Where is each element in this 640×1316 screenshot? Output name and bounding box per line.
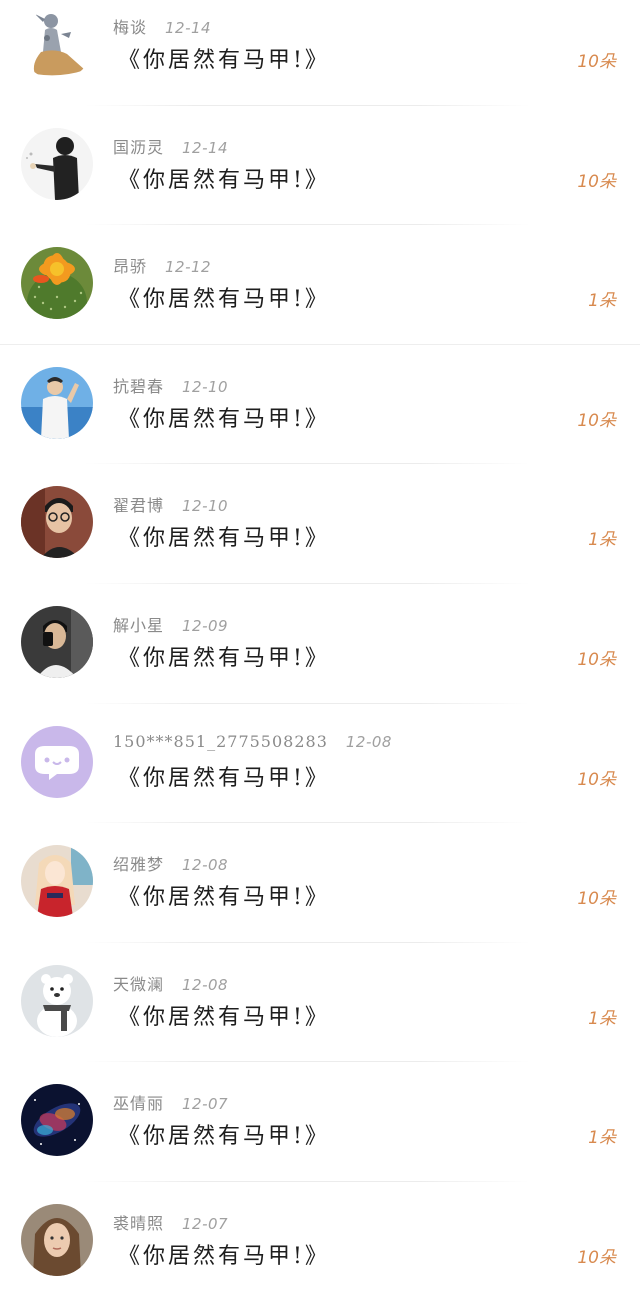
gift-amount: 10朵 xyxy=(577,889,616,910)
man-with-glasses-avatar[interactable] xyxy=(21,486,93,559)
person-in-black-avatar[interactable] xyxy=(21,127,93,200)
divider xyxy=(85,822,530,824)
divider xyxy=(85,104,530,106)
mirror-selfie-avatar[interactable] xyxy=(21,605,93,678)
user-meta: 裘晴照 12-07 xyxy=(113,1210,228,1234)
book-title[interactable]: 《你居然有马甲!》 xyxy=(118,760,330,792)
user-name[interactable]: 翟君博 xyxy=(113,496,164,515)
list-item[interactable]: 梅谈 12-14 《你居然有马甲!》 10朵 xyxy=(0,0,640,120)
man-by-sea-avatar[interactable] xyxy=(21,366,93,439)
woman-portrait-avatar[interactable] xyxy=(21,1203,93,1276)
list-item[interactable]: 巫倩丽 12-07 《你居然有马甲!》 1朵 xyxy=(0,1076,640,1196)
user-name[interactable]: 绍雅梦 xyxy=(113,855,164,874)
book-title[interactable]: 《你居然有马甲!》 xyxy=(118,42,330,74)
divider xyxy=(85,582,530,584)
divider xyxy=(85,224,530,226)
date: 12-10 xyxy=(182,377,229,396)
date: 12-07 xyxy=(182,1214,229,1233)
user-name[interactable]: 解小星 xyxy=(113,616,164,635)
user-name[interactable]: 抗碧春 xyxy=(113,377,164,396)
date: 12-10 xyxy=(182,497,229,516)
gift-amount: 1朵 xyxy=(588,1128,616,1149)
book-title[interactable]: 《你居然有马甲!》 xyxy=(118,999,330,1031)
user-name[interactable]: 巫倩丽 xyxy=(113,1094,164,1113)
list-item[interactable]: 国沥灵 12-14 《你居然有马甲!》 10朵 xyxy=(0,120,640,240)
date: 12-08 xyxy=(345,732,392,751)
book-title[interactable]: 《你居然有马甲!》 xyxy=(118,1118,330,1150)
user-name[interactable]: 昂骄 xyxy=(113,257,147,276)
date: 12-08 xyxy=(182,975,229,994)
divider xyxy=(85,702,530,704)
user-meta: 天微澜 12-08 xyxy=(113,971,228,995)
list-item[interactable]: 昂骄 12-12 《你居然有马甲!》 1朵 xyxy=(0,239,640,359)
user-meta: 解小星 12-09 xyxy=(113,612,228,636)
anime-girl-avatar[interactable] xyxy=(21,845,93,918)
gift-amount: 10朵 xyxy=(577,410,616,431)
list-item[interactable]: 抗碧春 12-10 《你居然有马甲!》 10朵 xyxy=(0,359,640,479)
gift-amount: 10朵 xyxy=(577,769,616,790)
user-meta: 梅谈 12-14 xyxy=(113,14,211,38)
gift-amount: 10朵 xyxy=(577,649,616,670)
divider xyxy=(85,1061,530,1063)
user-name[interactable]: 梅谈 xyxy=(113,18,147,37)
gift-amount: 10朵 xyxy=(577,1247,616,1268)
book-title[interactable]: 《你居然有马甲!》 xyxy=(118,640,330,672)
user-name[interactable]: 天微澜 xyxy=(113,975,164,994)
user-meta: 昂骄 12-12 xyxy=(113,253,211,277)
gift-amount: 10朵 xyxy=(577,171,616,192)
cactus-flower-avatar[interactable] xyxy=(21,247,93,320)
list-item[interactable]: 150***851_2775508283 12-08 《你居然有马甲!》 10朵 xyxy=(0,718,640,838)
date: 12-07 xyxy=(182,1095,229,1114)
list-item[interactable]: 翟君博 12-10 《你居然有马甲!》 1朵 xyxy=(0,478,640,598)
book-title[interactable]: 《你居然有马甲!》 xyxy=(118,1238,330,1270)
divider xyxy=(0,343,640,345)
divider xyxy=(85,463,530,465)
gift-amount: 1朵 xyxy=(588,1008,616,1029)
cartoon-figure-avatar[interactable] xyxy=(21,8,93,80)
default-chat-bubble-avatar[interactable] xyxy=(21,725,93,798)
date: 12-14 xyxy=(182,138,229,157)
list-item[interactable]: 天微澜 12-08 《你居然有马甲!》 1朵 xyxy=(0,957,640,1077)
book-title[interactable]: 《你居然有马甲!》 xyxy=(118,520,330,552)
user-meta: 绍雅梦 12-08 xyxy=(113,851,228,875)
book-title[interactable]: 《你居然有马甲!》 xyxy=(118,401,330,433)
user-name[interactable]: 国沥灵 xyxy=(113,138,164,157)
snow-bear-avatar[interactable] xyxy=(21,964,93,1037)
book-title[interactable]: 《你居然有马甲!》 xyxy=(118,162,330,194)
date: 12-08 xyxy=(182,856,229,875)
book-title[interactable]: 《你居然有马甲!》 xyxy=(118,281,330,313)
gift-amount: 1朵 xyxy=(588,530,616,551)
user-meta: 150***851_2775508283 12-08 xyxy=(113,732,392,751)
gift-amount: 10朵 xyxy=(577,52,616,72)
user-meta: 抗碧春 12-10 xyxy=(113,373,228,397)
list-item[interactable]: 绍雅梦 12-08 《你居然有马甲!》 10朵 xyxy=(0,837,640,957)
divider xyxy=(85,941,530,943)
divider xyxy=(85,1180,530,1182)
date: 12-09 xyxy=(182,616,229,635)
user-meta: 翟君博 12-10 xyxy=(113,492,228,516)
list-item[interactable]: 解小星 12-09 《你居然有马甲!》 10朵 xyxy=(0,598,640,718)
date: 12-12 xyxy=(165,258,212,277)
gift-amount: 1朵 xyxy=(588,291,616,312)
gift-list: 梅谈 12-14 《你居然有马甲!》 10朵 国沥灵 12-14 《你居然有马甲!》… xyxy=(0,0,640,1316)
date: 12-14 xyxy=(165,19,212,37)
list-item[interactable]: 裘晴照 12-07 《你居然有马甲!》 10朵 xyxy=(0,1196,640,1316)
user-name[interactable]: 裘晴照 xyxy=(113,1214,164,1233)
book-title[interactable]: 《你居然有马甲!》 xyxy=(118,879,330,911)
user-name[interactable]: 150***851_2775508283 xyxy=(113,732,328,751)
galaxy-avatar[interactable] xyxy=(21,1084,93,1157)
user-meta: 巫倩丽 12-07 xyxy=(113,1090,228,1114)
user-meta: 国沥灵 12-14 xyxy=(113,134,228,158)
